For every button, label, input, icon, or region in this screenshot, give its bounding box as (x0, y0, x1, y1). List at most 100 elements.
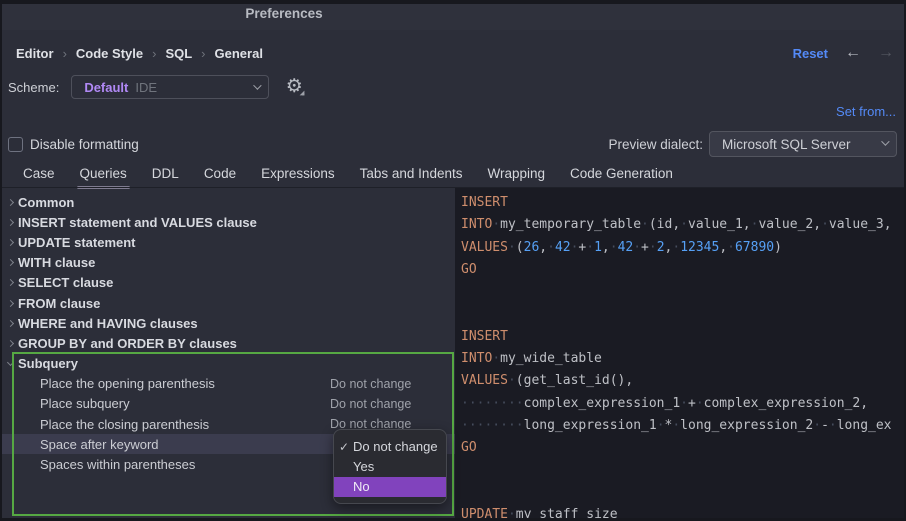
tab-code-generation[interactable]: Code Generation (570, 163, 673, 187)
chevron-right-icon[interactable] (7, 340, 14, 347)
tree-item-label: SELECT clause (18, 275, 113, 290)
breadcrumb-item-editor[interactable]: Editor (16, 46, 54, 61)
tree-item-label: WHERE and HAVING clauses (18, 316, 198, 331)
code-line: INTO·my_wide_table (461, 349, 906, 371)
chevron-right-icon[interactable] (7, 219, 14, 226)
code-line (461, 483, 906, 505)
disable-formatting-label[interactable]: Disable formatting (30, 137, 139, 152)
code-line: INTO·my_temporary_table·(id,·value_1,·va… (461, 215, 906, 237)
preview-dialect-select[interactable]: Microsoft SQL Server (709, 131, 897, 157)
chevron-down-icon (253, 81, 261, 89)
tree-option-label: Spaces within parentheses (40, 457, 195, 472)
window-title: Preferences (0, 6, 568, 21)
tree-item-with-clause[interactable]: WITH clause (2, 253, 455, 273)
tab-label: Wrapping (487, 166, 545, 181)
tree-item-label: Common (18, 195, 74, 210)
tab-expressions[interactable]: Expressions (261, 163, 335, 187)
code-line: INSERT (461, 327, 906, 349)
reset-link[interactable]: Reset (793, 46, 828, 61)
popup-option-label: Yes (353, 459, 374, 474)
preferences-window: { "colors": { "accent_purple": "#B189F5"… (0, 0, 906, 521)
settings-tabs: Case Queries DDL Code Expressions Tabs and In… (23, 163, 673, 187)
tree-item-common[interactable]: Common (2, 192, 455, 212)
popup-option-label: No (353, 479, 370, 494)
chevron-down-icon (881, 137, 889, 145)
tree-item-label: UPDATE statement (18, 235, 136, 250)
set-from-link[interactable]: Set from... (836, 104, 896, 119)
code-line: ········long_expression_1·*·long_express… (461, 416, 906, 438)
popup-option-no[interactable]: No (334, 477, 446, 497)
tree-item-from-clause[interactable]: FROM clause (2, 293, 455, 313)
chevron-down-icon[interactable] (7, 359, 14, 366)
tab-label: DDL (152, 166, 179, 181)
scheme-label: Scheme: (8, 80, 59, 95)
tree-item-label: WITH clause (18, 255, 95, 270)
popup-option-yes[interactable]: Yes (334, 457, 446, 477)
sql-preview-editor[interactable]: INSERTINTO·my_temporary_table·(id,·value… (455, 188, 906, 521)
tree-item-insert-statement-and-values-clause[interactable]: INSERT statement and VALUES clause (2, 212, 455, 232)
tab-label: Code Generation (570, 166, 673, 181)
code-line: VALUES·(26,·42·+·1,·42·+·2,·12345,·67890… (461, 238, 906, 260)
code-line: INSERT (461, 193, 906, 215)
breadcrumb: Editor›Code Style›SQL›General Reset ← → (16, 44, 894, 62)
scheme-row: Scheme: Default IDE ⚙ (8, 75, 305, 99)
breadcrumb-item-code-style[interactable]: Code Style (76, 46, 143, 61)
scheme-select[interactable]: Default IDE (71, 75, 269, 99)
popup-option-label: Do not change (353, 439, 438, 454)
tree-item-where-and-having-clauses[interactable]: WHERE and HAVING clauses (2, 313, 455, 333)
tab-label: Expressions (261, 166, 335, 181)
chevron-right-icon[interactable] (7, 279, 14, 286)
back-arrow-icon[interactable]: ← (845, 45, 861, 61)
tab-tabs-and-indents[interactable]: Tabs and Indents (360, 163, 463, 187)
tab-queries[interactable]: Queries (80, 163, 127, 187)
value-dropdown-popup: ✓ Do not change Yes No (333, 429, 447, 504)
chevron-right-icon: › (201, 46, 205, 61)
scheme-suffix: IDE (135, 80, 157, 95)
preview-dialect-group: Preview dialect: Microsoft SQL Server (608, 131, 897, 157)
tree-option-label: Place the opening parenthesis (40, 376, 215, 391)
chevron-right-icon[interactable] (7, 199, 14, 206)
tree-item-subquery[interactable]: Subquery (2, 354, 455, 374)
tab-label: Tabs and Indents (360, 166, 463, 181)
code-line (461, 461, 906, 483)
tab-label: Case (23, 166, 55, 181)
tree-option-label: Place the closing parenthesis (40, 417, 209, 432)
tree-item-label: Subquery (18, 356, 78, 371)
tree-item-label: INSERT statement and VALUES clause (18, 215, 257, 230)
chevron-right-icon[interactable] (7, 239, 14, 246)
code-line (461, 282, 906, 304)
scheme-gear-button[interactable]: ⚙ (283, 76, 305, 98)
tab-label: Queries (80, 166, 127, 181)
tab-wrapping[interactable]: Wrapping (487, 163, 545, 187)
preview-dialect-label: Preview dialect: (608, 137, 703, 152)
gear-dropdown-triangle-icon (300, 91, 305, 96)
forward-arrow-icon: → (878, 45, 894, 61)
code-line: VALUES·(get_last_id(), (461, 371, 906, 393)
breadcrumb-actions: Reset ← → (793, 45, 894, 61)
tree-item-update-statement[interactable]: UPDATE statement (2, 232, 455, 252)
tree-option-label: Place subquery (40, 396, 130, 411)
options-row: Disable formatting Preview dialect: Micr… (8, 131, 897, 157)
tree-option-value[interactable]: Do not change (330, 377, 411, 391)
chevron-right-icon[interactable] (7, 259, 14, 266)
tree-item-select-clause[interactable]: SELECT clause (2, 273, 455, 293)
tab-ddl[interactable]: DDL (152, 163, 179, 187)
chevron-right-icon[interactable] (7, 320, 14, 327)
tree-option-place-subquery[interactable]: Place subquery Do not change (2, 394, 455, 414)
popup-option-do-not-change[interactable]: ✓ Do not change (334, 437, 446, 457)
tree-option-value[interactable]: Do not change (330, 397, 411, 411)
tab-case[interactable]: Case (23, 163, 55, 187)
tree-item-group-by-and-order-by-clauses[interactable]: GROUP BY and ORDER BY clauses (2, 333, 455, 353)
tree-option-place-the-opening-parenthesis[interactable]: Place the opening parenthesis Do not chan… (2, 374, 455, 394)
checkmark-icon: ✓ (339, 437, 349, 457)
breadcrumb-item-general[interactable]: General (215, 46, 263, 61)
chevron-right-icon: › (63, 46, 67, 61)
chevron-right-icon[interactable] (7, 299, 14, 306)
code-line: GO (461, 438, 906, 460)
tab-code[interactable]: Code (204, 163, 236, 187)
preview-dialect-value: Microsoft SQL Server (722, 137, 851, 152)
tab-label: Code (204, 166, 236, 181)
disable-formatting-checkbox[interactable] (8, 137, 23, 152)
breadcrumb-items: Editor›Code Style›SQL›General (16, 46, 272, 61)
breadcrumb-item-sql[interactable]: SQL (165, 46, 192, 61)
